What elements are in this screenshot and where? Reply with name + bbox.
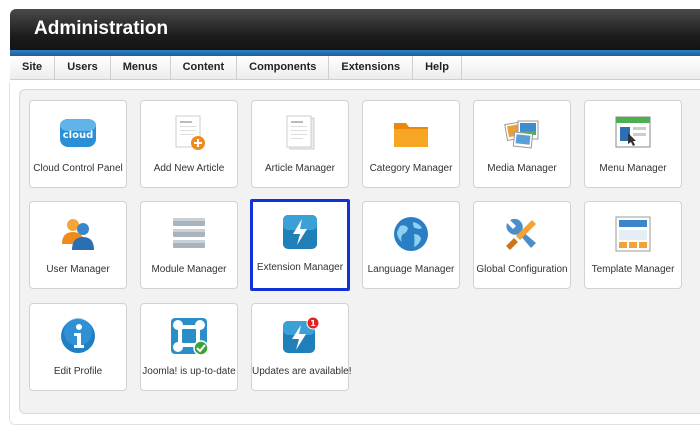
tile-user-manager[interactable]: User Manager [29, 201, 127, 289]
menu-extensions[interactable]: Extensions [329, 56, 414, 80]
tile-module-manager[interactable]: Module Manager [140, 201, 238, 289]
tile-label: Edit Profile [53, 366, 103, 377]
cloud-icon: cloud [60, 119, 96, 147]
tile-label: User Manager [46, 264, 110, 275]
tile-label: Extension Manager [256, 262, 344, 273]
folder-icon [394, 123, 428, 147]
svg-text:cloud: cloud [63, 130, 94, 141]
tools-icon [506, 218, 536, 250]
tile-edit-profile[interactable]: Edit Profile [29, 303, 127, 391]
tile-label: Category Manager [369, 163, 453, 174]
joomla-check-icon [171, 318, 209, 356]
admin-header: Administration [10, 9, 700, 54]
template-icon [615, 216, 651, 252]
tile-joomla-up-to-date[interactable]: Joomla! is up-to-date [140, 303, 238, 391]
extension-bolt-icon [283, 215, 317, 249]
tile-updates-available[interactable]: 1 Updates are available! [251, 303, 352, 391]
tile-label: Global Configuration [476, 264, 568, 275]
tile-language-manager[interactable]: Language Manager [362, 201, 460, 289]
menu-content[interactable]: Content [171, 56, 238, 80]
module-stack-icon [173, 218, 205, 248]
menu-menus[interactable]: Menus [111, 56, 171, 80]
tile-add-new-article[interactable]: Add New Article [140, 100, 238, 188]
menu-site[interactable]: Site [10, 56, 56, 80]
tile-template-manager[interactable]: Template Manager [584, 201, 682, 289]
tile-label: Media Manager [487, 163, 557, 174]
tile-label: Menu Manager [599, 163, 667, 174]
main-menu-bar: Site Users Menus Content Components Exte… [10, 56, 700, 80]
update-count-badge: 1 [310, 319, 316, 328]
page-title: Administration [34, 18, 169, 39]
tile-label: Language Manager [367, 264, 455, 275]
tile-extension-manager[interactable]: Extension Manager [250, 199, 350, 291]
tile-menu-manager[interactable]: Menu Manager [584, 100, 682, 188]
menu-window-icon [615, 116, 651, 148]
menu-users[interactable]: Users [55, 56, 111, 80]
update-alert-icon: 1 [283, 316, 320, 353]
users-icon [62, 219, 94, 250]
tile-label: Cloud Control Panel [33, 163, 123, 174]
menu-components[interactable]: Components [237, 56, 330, 80]
tile-label: Joomla! is up-to-date [142, 366, 236, 377]
tile-label: Article Manager [264, 163, 336, 174]
control-panel: cloud Cloud Control Panel Add New Articl… [19, 89, 700, 414]
tile-label: Template Manager [591, 264, 675, 275]
tile-label: Module Manager [151, 264, 227, 275]
tile-cloud-control-panel[interactable]: cloud Cloud Control Panel [29, 100, 127, 188]
article-icon [286, 115, 315, 150]
tile-article-manager[interactable]: Article Manager [251, 100, 349, 188]
media-icon [504, 120, 539, 149]
menu-help[interactable]: Help [413, 56, 462, 80]
tile-category-manager[interactable]: Category Manager [362, 100, 460, 188]
tile-global-configuration[interactable]: Global Configuration [473, 201, 571, 289]
tile-media-manager[interactable]: Media Manager [473, 100, 571, 188]
tile-label: Updates are available! [252, 366, 352, 377]
tile-label: Add New Article [153, 163, 225, 174]
info-icon [61, 318, 95, 353]
globe-icon [394, 217, 428, 251]
add-article-icon [175, 115, 205, 150]
